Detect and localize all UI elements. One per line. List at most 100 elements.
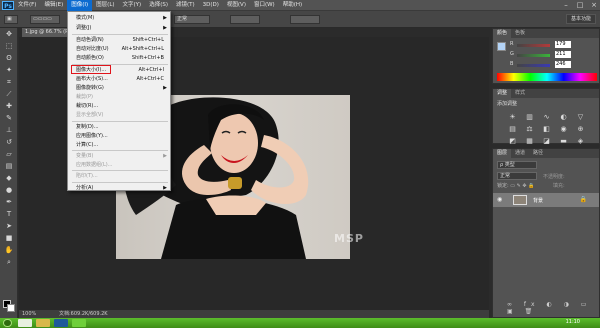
width-field[interactable] xyxy=(230,15,260,24)
slider-value-field[interactable]: 179 xyxy=(555,41,571,48)
image-menu-item[interactable]: 图像大小(I)... Alt+Ctrl+I xyxy=(68,66,170,75)
taskbar-app-icon[interactable] xyxy=(72,319,86,327)
menu-7[interactable]: 3D(D) xyxy=(199,0,223,11)
tab-adjustments[interactable]: 调整 xyxy=(493,89,512,98)
layers-footer-buttons[interactable]: ∞ fx ◐ ◑ ▭ ▣ 🗑 xyxy=(507,301,599,315)
tab-layers[interactable]: 图层 xyxy=(493,149,512,158)
image-menu-item[interactable]: 画布大小(S)... Alt+Ctrl+C xyxy=(68,75,170,84)
image-menu-item[interactable]: 调整(J) ▶ xyxy=(68,24,170,33)
pen-tool-icon[interactable]: ✒ xyxy=(2,197,16,208)
selective-color-icon[interactable]: ◈ xyxy=(575,137,586,146)
tool-preset-picker[interactable]: ▣ xyxy=(4,15,18,24)
visibility-eye-icon[interactable]: ◉ xyxy=(497,196,502,203)
threshold-icon[interactable]: ◪ xyxy=(541,137,552,146)
tab-styles[interactable]: 样式 xyxy=(511,89,529,98)
menu-10[interactable]: 帮助(H) xyxy=(279,0,306,11)
zoom-level[interactable]: 100% xyxy=(22,310,36,318)
adjustment-icons: ☀ ▥ ∿ ◐ ▽ ▤ ⚖ ◧ ◉ ⊕ ◩ ▦ ◪ ▬ ◈ xyxy=(493,109,599,150)
channel-mixer-icon[interactable]: ⊕ xyxy=(575,125,586,134)
menu-item-shortcut: Shift+Ctrl+B xyxy=(131,55,164,61)
image-menu-item[interactable]: 图像旋转(G) ▶ xyxy=(68,84,170,93)
invert-icon[interactable]: ◩ xyxy=(507,137,518,146)
tab-paths[interactable]: 路径 xyxy=(529,149,547,158)
image-menu-item[interactable]: 复制(D)... xyxy=(68,123,170,132)
marquee-tool-icon[interactable]: ⬚ xyxy=(2,41,16,52)
crop-tool-icon[interactable]: ⌗ xyxy=(2,77,16,88)
menu-6[interactable]: 滤镜(T) xyxy=(172,0,199,11)
background-color-swatch[interactable] xyxy=(7,304,15,312)
tab-color[interactable]: 颜色 xyxy=(493,29,512,38)
gradient-map-icon[interactable]: ▬ xyxy=(558,137,569,146)
slider-value-field[interactable]: 246 xyxy=(555,61,571,68)
image-menu-item[interactable]: 应用图像(Y)... xyxy=(68,132,170,141)
photo-filter-icon[interactable]: ◉ xyxy=(558,125,569,134)
menu-2[interactable]: 图像(I) xyxy=(67,0,93,11)
hand-tool-icon[interactable]: ✋ xyxy=(2,245,16,256)
slider-value-field[interactable]: 211 xyxy=(555,51,571,58)
tab-swatches[interactable]: 色板 xyxy=(511,29,529,38)
curves-icon[interactable]: ∿ xyxy=(541,113,552,122)
eyedropper-tool-icon[interactable]: ⟋ xyxy=(2,89,16,100)
menu-1[interactable]: 编辑(E) xyxy=(40,0,67,11)
menu-item-label: 自动对比度(U) xyxy=(76,46,109,52)
zoom-tool-icon[interactable]: ⌕ xyxy=(2,257,16,268)
adjustments-panel-tabs: 调整 样式 xyxy=(493,89,599,98)
image-menu-item[interactable]: 自动对比度(U) Alt+Shift+Ctrl+L xyxy=(68,45,170,54)
move-tool-icon[interactable]: ✥ xyxy=(2,29,16,40)
dodge-tool-icon[interactable]: ● xyxy=(2,185,16,196)
image-menu-item[interactable]: 计算(C)... xyxy=(68,141,170,150)
path-selection-tool-icon[interactable]: ➤ xyxy=(2,221,16,232)
history-brush-tool-icon[interactable]: ↺ xyxy=(2,137,16,148)
magic-wand-tool-icon[interactable]: ✦ xyxy=(2,65,16,76)
slider-track[interactable] xyxy=(517,54,550,57)
close-icon[interactable]: × xyxy=(590,1,598,9)
layer-row-background[interactable]: ◉ 背景 🔒 xyxy=(493,193,599,207)
clock: 11:10 xyxy=(565,319,580,325)
start-button-icon[interactable] xyxy=(3,319,12,327)
tab-channels[interactable]: 通道 xyxy=(511,149,529,158)
posterize-icon[interactable]: ▦ xyxy=(524,137,535,146)
workspace-select[interactable]: 基本功能 xyxy=(566,14,596,24)
vibrance-icon[interactable]: ▽ xyxy=(575,113,586,122)
image-menu-item[interactable]: 模式(M) ▶ xyxy=(68,14,170,23)
image-menu-item[interactable]: 自动色调(N) Shift+Ctrl+L xyxy=(68,36,170,45)
image-menu-item[interactable]: 自动颜色(O) Shift+Ctrl+B xyxy=(68,54,170,63)
slider-track[interactable] xyxy=(517,44,550,47)
stamp-tool-icon[interactable]: ⊥ xyxy=(2,125,16,136)
layer-name[interactable]: 背景 xyxy=(533,197,543,204)
minimize-icon[interactable]: – xyxy=(562,1,570,9)
selection-mode-buttons[interactable]: ▭▭▭▭ xyxy=(30,15,60,24)
mode-select[interactable]: 正常 xyxy=(174,15,210,24)
menu-5[interactable]: 选择(S) xyxy=(145,0,172,11)
black-white-icon[interactable]: ◧ xyxy=(541,125,552,134)
taskbar-browser-icon[interactable] xyxy=(18,319,32,327)
image-menu-item[interactable]: 分析(A) ▶ xyxy=(68,184,170,193)
menu-8[interactable]: 视图(V) xyxy=(223,0,250,11)
menu-0[interactable]: 文件(F) xyxy=(14,0,40,11)
exposure-icon[interactable]: ◐ xyxy=(558,113,569,122)
layer-filter-select[interactable]: ρ 类型 xyxy=(497,161,537,169)
menu-9[interactable]: 窗口(W) xyxy=(250,0,279,11)
levels-icon[interactable]: ▥ xyxy=(524,113,535,122)
menu-3[interactable]: 图层(L) xyxy=(92,0,118,11)
hue-saturation-icon[interactable]: ▤ xyxy=(507,125,518,134)
taskbar-folder-icon[interactable] xyxy=(36,319,50,327)
brush-tool-icon[interactable]: ✎ xyxy=(2,113,16,124)
menu-4[interactable]: 文字(Y) xyxy=(119,0,146,11)
color-balance-icon[interactable]: ⚖ xyxy=(524,125,535,134)
blur-tool-icon[interactable]: ◆ xyxy=(2,173,16,184)
eraser-tool-icon[interactable]: ▱ xyxy=(2,149,16,160)
gradient-tool-icon[interactable]: ▤ xyxy=(2,161,16,172)
healing-tool-icon[interactable]: ✚ xyxy=(2,101,16,112)
blend-mode-select[interactable]: 正常 xyxy=(497,172,537,180)
color-spectrum-bar[interactable] xyxy=(497,73,597,81)
slider-track[interactable] xyxy=(517,64,550,67)
shape-tool-icon[interactable]: ■ xyxy=(2,233,16,244)
lasso-tool-icon[interactable]: ʘ xyxy=(2,53,16,64)
height-field[interactable] xyxy=(290,15,320,24)
type-tool-icon[interactable]: T xyxy=(2,209,16,220)
image-menu-item[interactable]: 裁切(R)... xyxy=(68,102,170,111)
maximize-icon[interactable]: □ xyxy=(576,1,584,9)
brightness-icon[interactable]: ☀ xyxy=(507,113,518,122)
taskbar-photoshop-icon[interactable] xyxy=(54,319,68,327)
